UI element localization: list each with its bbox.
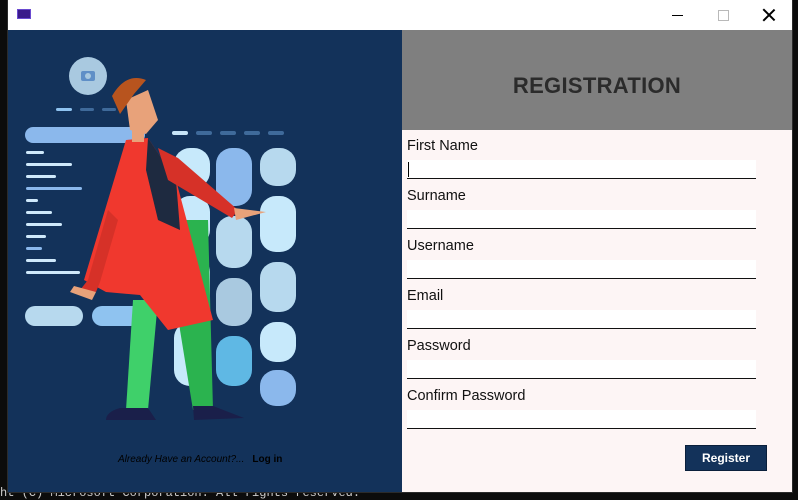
text-caret xyxy=(408,162,409,177)
close-button[interactable] xyxy=(746,0,792,30)
page-title: REGISTRATION xyxy=(512,73,682,98)
username-label: Username xyxy=(407,238,474,254)
title-bar[interactable] xyxy=(8,0,792,30)
password-input[interactable] xyxy=(407,360,756,379)
login-link[interactable]: Log in xyxy=(252,454,282,465)
registration-window: Already Have an Account?... Log in REGIST… xyxy=(8,0,792,492)
close-icon xyxy=(762,8,776,22)
first-name-label: First Name xyxy=(407,138,478,154)
confirm-password-input[interactable] xyxy=(407,410,756,429)
minimize-button[interactable] xyxy=(654,0,700,30)
minimize-icon xyxy=(671,14,683,16)
login-prompt: Already Have an Account?... xyxy=(118,454,245,465)
maximize-button[interactable] xyxy=(700,0,746,30)
username-input[interactable] xyxy=(407,260,756,279)
maximize-icon xyxy=(717,9,729,21)
header-banner: REGISTRATION xyxy=(402,30,792,130)
first-name-input[interactable] xyxy=(407,160,756,179)
login-row: Already Have an Account?... Log in xyxy=(118,454,282,465)
illustration-panel: Already Have an Account?... Log in xyxy=(8,30,402,492)
app-icon xyxy=(17,9,31,19)
surname-input[interactable] xyxy=(407,210,756,229)
password-label: Password xyxy=(407,338,471,354)
surname-label: Surname xyxy=(407,188,466,204)
email-input[interactable] xyxy=(407,310,756,329)
register-button[interactable]: Register xyxy=(685,445,767,471)
person-walking-illustration xyxy=(25,57,296,420)
email-label: Email xyxy=(407,288,444,304)
confirm-password-label: Confirm Password xyxy=(407,388,526,404)
registration-form: First Name Surname Username Email Passwo… xyxy=(402,130,792,492)
